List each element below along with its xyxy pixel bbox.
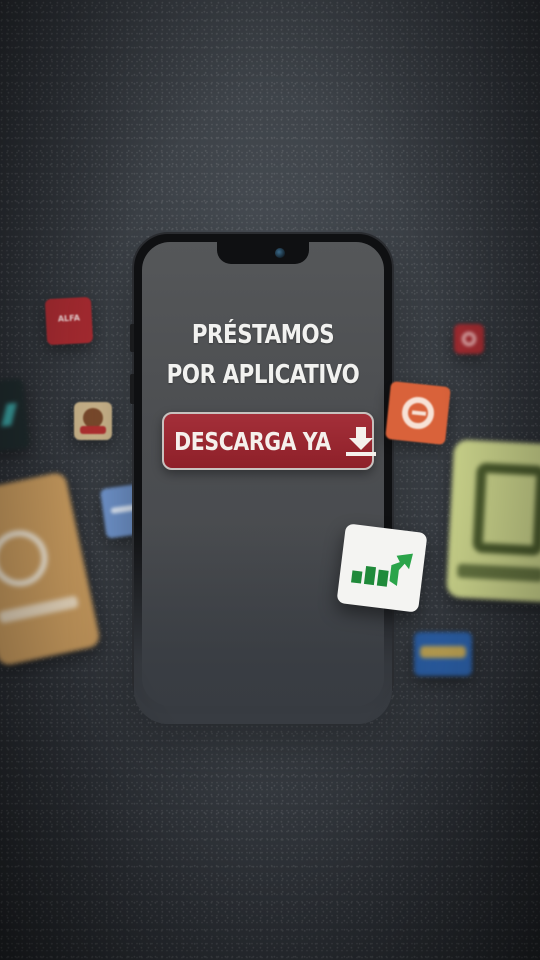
headline-line-2: POR APLICATIVO	[166, 360, 360, 390]
phone-screen: PRÉSTAMOS POR APLICATIVO DESCARGA YA	[142, 242, 384, 706]
headline-line-1: PRÉSTAMOS	[191, 320, 335, 350]
green-arrow-app-icon	[336, 523, 428, 613]
dark-app-icon	[0, 378, 30, 452]
small-red-app-icon	[454, 324, 484, 354]
red-e-app-icon	[385, 381, 451, 445]
lime-app-icon	[445, 439, 540, 603]
download-icon	[343, 425, 379, 457]
download-button-label: DESCARGA YA	[173, 426, 331, 456]
navy-app-icon	[414, 632, 472, 676]
orange-app-icon	[0, 471, 102, 667]
download-button[interactable]: DESCARGA YA	[162, 412, 377, 470]
camera-icon	[275, 248, 285, 258]
alfa-app-label: ALFA	[57, 313, 81, 324]
cartoon-app-icon	[74, 402, 112, 440]
phone-mockup: PRÉSTAMOS POR APLICATIVO DESCARGA YA	[130, 234, 392, 724]
alfa-app-icon: ALFA	[44, 296, 94, 346]
phone-side-button	[130, 374, 134, 404]
phone-notch	[217, 242, 309, 264]
phone-side-button	[130, 324, 134, 352]
